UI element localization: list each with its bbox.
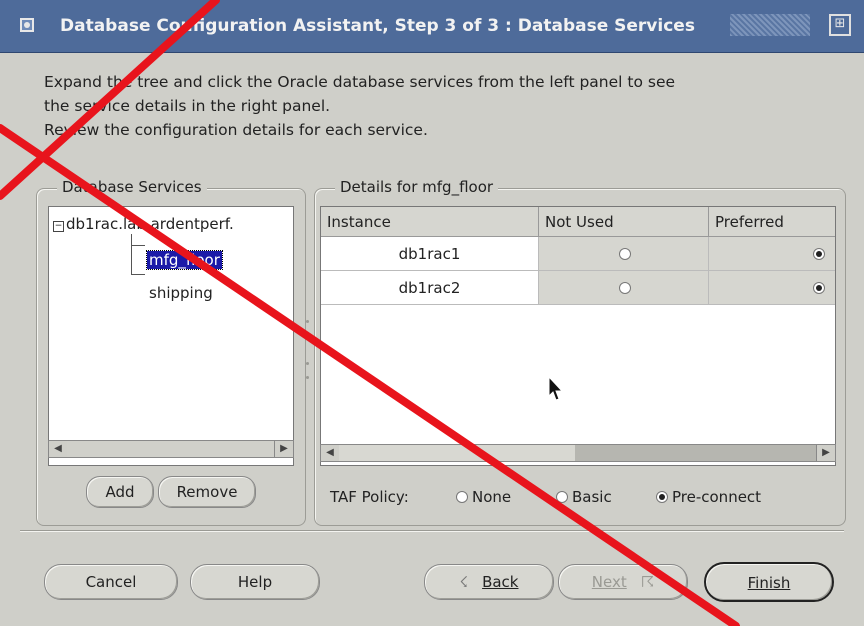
back-button-label: Back [482, 573, 519, 591]
services-horizontal-scrollbar[interactable]: ◀ ▶ [48, 440, 294, 458]
not-used-radio[interactable] [619, 282, 631, 294]
instances-table[interactable]: Instance Not Used Preferred db1rac1 db1r… [320, 206, 836, 466]
remove-service-button[interactable]: Remove [158, 476, 256, 508]
splitter-grip[interactable] [306, 320, 309, 323]
instructions-line-1: Expand the tree and click the Oracle dat… [44, 73, 676, 91]
instructions-line-3: Review the configuration details for eac… [44, 121, 428, 139]
taf-pre-connect-radio[interactable] [656, 491, 668, 503]
cancel-button[interactable]: Cancel [44, 564, 178, 600]
scrollbar-thumb[interactable] [575, 445, 819, 461]
add-service-button[interactable]: Add [86, 476, 154, 508]
column-header-preferred[interactable]: Preferred [709, 207, 835, 237]
details-horizontal-scrollbar[interactable]: ◀ ▶ [320, 444, 836, 462]
finish-button[interactable]: Finish [704, 562, 834, 602]
taf-policy-label: TAF Policy: [330, 488, 409, 506]
table-cell-preferred [709, 237, 835, 271]
back-arrow-icon: ☇ [459, 573, 469, 591]
table-cell-not-used [539, 271, 709, 305]
button-separator [20, 530, 844, 532]
next-button-label: Next [591, 573, 627, 591]
collapse-icon[interactable]: − [53, 221, 64, 232]
splitter-grip[interactable] [306, 362, 309, 365]
tree-connector-line [131, 234, 132, 274]
taf-option-pre-connect[interactable]: Pre-connect [656, 488, 761, 506]
taf-basic-label: Basic [572, 488, 612, 506]
back-button[interactable]: ☇ Back [424, 564, 554, 600]
mouse-cursor-icon [548, 376, 564, 401]
splitter-grip[interactable] [306, 376, 309, 379]
instructions: Expand the tree and click the Oracle dat… [44, 70, 844, 142]
preferred-radio[interactable] [813, 282, 825, 294]
service-details-label: Details for mfg_floor [335, 178, 499, 196]
tree-root-node[interactable]: − db1rac.lab.ardentperf. [53, 215, 234, 233]
window-title-bar[interactable]: Database Configuration Assistant, Step 3… [0, 0, 864, 53]
preferred-radio[interactable] [813, 248, 825, 260]
help-button[interactable]: Help [190, 564, 320, 600]
title-bar-pattern [730, 14, 810, 36]
tree-root-label: db1rac.lab.ardentperf. [66, 215, 234, 233]
scrollbar-track[interactable] [67, 441, 277, 457]
tree-connector-line [131, 274, 145, 275]
taf-option-none[interactable]: None [456, 488, 511, 506]
scroll-left-icon[interactable]: ◀ [321, 445, 340, 461]
tree-item-shipping[interactable]: shipping [147, 284, 215, 302]
maximize-icon[interactable]: ⊞ [829, 14, 851, 36]
taf-none-label: None [472, 488, 512, 506]
taf-pre-connect-label: Pre-connect [672, 488, 762, 506]
instructions-line-2: the service details in the right panel. [44, 97, 331, 115]
services-tree[interactable]: − db1rac.lab.ardentperf. mfg_floor shippi… [48, 206, 294, 466]
table-row-instance-cell: db1rac1 [321, 237, 539, 271]
finish-button-label: Finish [747, 574, 791, 592]
database-services-label: Database Services [57, 178, 207, 196]
next-button[interactable]: Next ☈ [558, 564, 688, 600]
scroll-right-icon[interactable]: ▶ [274, 441, 293, 457]
window-menu-icon[interactable] [20, 18, 34, 32]
not-used-radio[interactable] [619, 248, 631, 260]
tree-item-mfg-floor[interactable]: mfg_floor [146, 250, 223, 270]
table-cell-not-used [539, 237, 709, 271]
splitter-grip[interactable] [306, 334, 309, 337]
tree-connector-line [131, 245, 145, 246]
next-arrow-icon: ☈ [640, 573, 655, 591]
taf-basic-radio[interactable] [556, 491, 568, 503]
window-title: Database Configuration Assistant, Step 3… [60, 16, 695, 36]
scroll-right-icon[interactable]: ▶ [816, 445, 835, 461]
taf-option-basic[interactable]: Basic [556, 488, 612, 506]
scroll-left-icon[interactable]: ◀ [49, 441, 68, 457]
column-header-not-used[interactable]: Not Used [539, 207, 709, 237]
column-header-instance[interactable]: Instance [321, 207, 539, 237]
table-row-instance-cell: db1rac2 [321, 271, 539, 305]
table-cell-preferred [709, 271, 835, 305]
taf-none-radio[interactable] [456, 491, 468, 503]
scrollbar-track[interactable] [339, 445, 575, 461]
